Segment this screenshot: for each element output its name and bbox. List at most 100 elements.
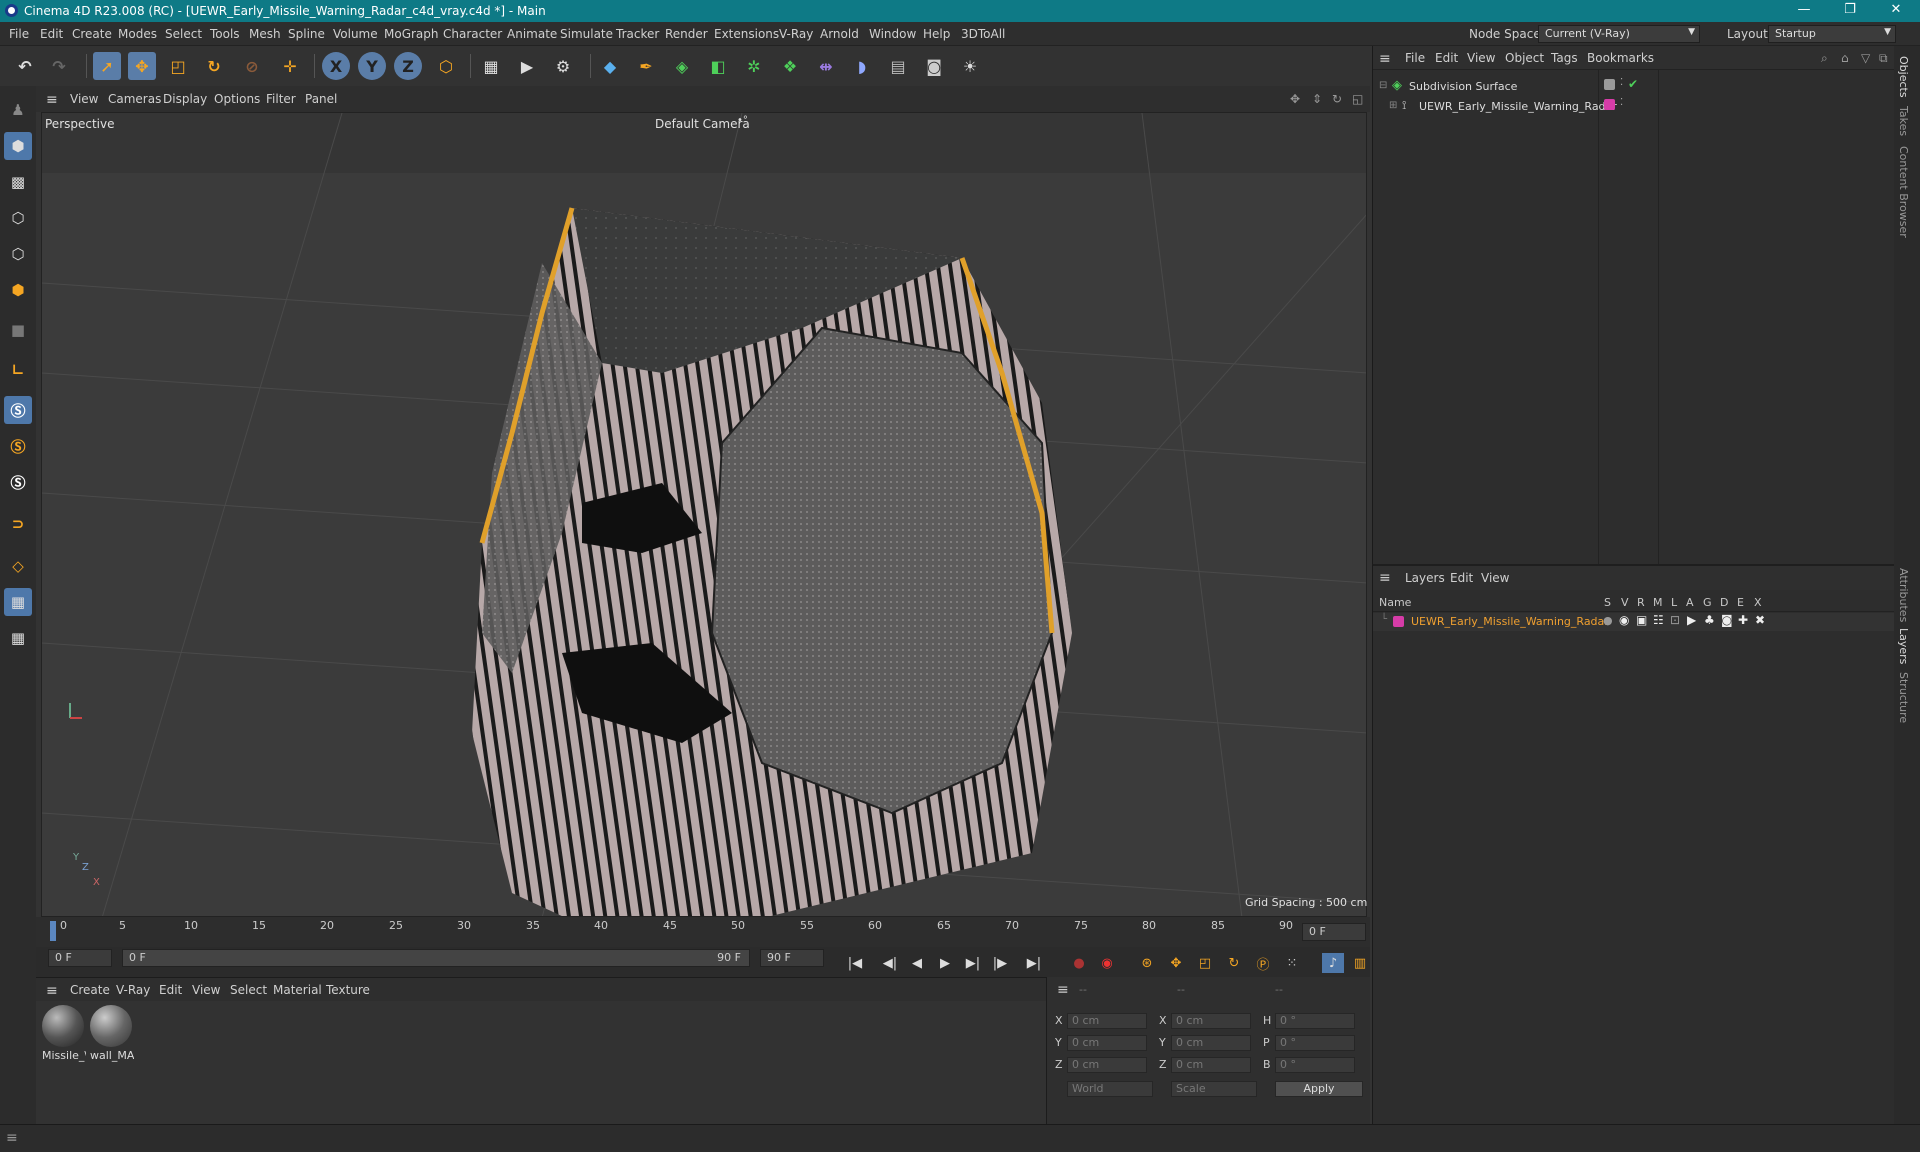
layer-menu-layers[interactable]: Layers	[1405, 571, 1445, 585]
render-view-icon[interactable]: ▶	[513, 52, 541, 80]
apply-button[interactable]: Apply	[1275, 1081, 1363, 1097]
layout-select[interactable]: Startup ▼	[1768, 25, 1896, 43]
viewport-menu-filter[interactable]: Filter	[266, 92, 296, 106]
enabled-check-icon[interactable]: ✔	[1628, 77, 1638, 91]
tree-toggle-icon[interactable]: ⊟	[1379, 80, 1387, 91]
key-pla-icon[interactable]: ⁙	[1281, 953, 1303, 973]
floor-icon[interactable]: ▤	[884, 52, 912, 80]
snap-mode-icon[interactable]: Ⓢ	[4, 468, 32, 496]
maximize-view-icon[interactable]: ◱	[1352, 92, 1363, 106]
layer-col-g[interactable]: G	[1703, 596, 1712, 609]
menu-modes[interactable]: Modes	[118, 27, 157, 41]
tree-toggle-icon[interactable]: ⊞	[1389, 100, 1397, 111]
material-menu-texture[interactable]: Texture	[326, 983, 370, 997]
layer-row[interactable]: └ UEWR_Early_Missile_Warning_Radar ● ◉ ▣…	[1373, 613, 1895, 631]
z-axis-icon[interactable]: Z	[394, 52, 422, 80]
render-region-icon[interactable]: ▦	[477, 52, 505, 80]
coord-transform-select[interactable]: Scale	[1171, 1081, 1257, 1097]
menu-tracker[interactable]: Tracker	[616, 27, 659, 41]
position-x-field[interactable]: 0 cm	[1067, 1013, 1147, 1029]
menu-select[interactable]: Select	[165, 27, 202, 41]
make-editable-icon[interactable]: ♟	[4, 96, 32, 124]
animation-icon[interactable]: ▶	[1687, 613, 1696, 627]
frame-range-slider[interactable]: 0 F 90 F	[122, 949, 750, 967]
hamburger-icon[interactable]: ≡	[1379, 570, 1391, 586]
filter-icon[interactable]: ▽	[1861, 51, 1870, 65]
key-rotation-icon[interactable]: ↻	[1223, 953, 1245, 973]
minimize-button[interactable]: —	[1784, 0, 1824, 22]
current-frame-field[interactable]: 0 F	[1302, 923, 1366, 941]
extrude-icon[interactable]: ◧	[704, 52, 732, 80]
edit-check-icon[interactable]	[1604, 79, 1615, 90]
tab-objects[interactable]: Objects	[1897, 56, 1910, 98]
timeline-ruler[interactable]: 0 5 10 15 20 25 30 35 40 45 50 55 60 65 …	[36, 917, 1370, 947]
size-x-field[interactable]: 0 cm	[1171, 1013, 1251, 1029]
undo-icon[interactable]: ↶	[11, 52, 39, 80]
position-y-field[interactable]: 0 cm	[1067, 1035, 1147, 1051]
playhead[interactable]	[50, 921, 56, 941]
size-z-field[interactable]: 0 cm	[1171, 1057, 1251, 1073]
tab-content-browser[interactable]: Content Browser	[1897, 146, 1910, 238]
mograph-icon[interactable]: ✲	[740, 52, 768, 80]
magnet-icon[interactable]: ⊃	[4, 510, 32, 538]
render-settings-icon[interactable]: ⚙	[549, 52, 577, 80]
object-menu-bookmarks[interactable]: Bookmarks	[1587, 51, 1654, 65]
layer-col-a[interactable]: A	[1686, 596, 1694, 609]
deformers-icon[interactable]: ◙	[1721, 613, 1733, 627]
layer-name[interactable]: UEWR_Early_Missile_Warning_Radar	[1411, 615, 1609, 628]
start-frame-field[interactable]: 0 F	[48, 949, 112, 967]
menu-file[interactable]: File	[9, 27, 29, 41]
viewport-menu-cameras[interactable]: Cameras	[108, 92, 161, 106]
layer-col-v[interactable]: V	[1621, 596, 1629, 609]
locked-workplane-icon[interactable]: ▦	[4, 624, 32, 652]
zoom-view-icon[interactable]: ⇕	[1312, 92, 1322, 106]
rotate-icon[interactable]: ↻	[200, 52, 228, 80]
close-button[interactable]: ✕	[1876, 0, 1916, 22]
object-row[interactable]: ⊞ ⟟ UEWR_Early_Missile_Warning_Radar ⁚	[1373, 97, 1895, 118]
snap-icon[interactable]: Ⓢ	[4, 396, 32, 424]
polygons-mode-icon[interactable]: ⬢	[4, 276, 32, 304]
object-menu-file[interactable]: File	[1405, 51, 1425, 65]
autokey-icon[interactable]: ◉	[1096, 953, 1118, 973]
material-swatch[interactable]: Missile_\	[42, 1005, 86, 1065]
light-icon[interactable]: ☀	[956, 52, 984, 80]
viewport-camera-label[interactable]: Default Camera	[655, 117, 750, 131]
camera-icon[interactable]: ◙	[920, 52, 948, 80]
tab-layers[interactable]: Layers	[1897, 628, 1910, 664]
select-icon[interactable]: ➚	[93, 52, 121, 80]
y-axis-icon[interactable]: Y	[358, 52, 386, 80]
field-icon[interactable]: ◗	[848, 52, 876, 80]
layer-menu-edit[interactable]: Edit	[1450, 571, 1473, 585]
go-to-end-button[interactable]: ▶|	[1023, 953, 1045, 973]
deformer-icon[interactable]: ⇹	[812, 52, 840, 80]
object-menu-edit[interactable]: Edit	[1435, 51, 1458, 65]
array-icon[interactable]: ❖	[776, 52, 804, 80]
key-position-icon[interactable]: ✥	[1165, 953, 1187, 973]
pan-view-icon[interactable]: ✥	[1290, 92, 1300, 106]
expressions-icon[interactable]: ✚	[1738, 613, 1748, 627]
menu-extensions[interactable]: Extensions	[714, 27, 779, 41]
material-menu-edit[interactable]: Edit	[159, 983, 182, 997]
points-mode-icon[interactable]: ⬡	[4, 204, 32, 232]
layer-col-r[interactable]: R	[1637, 596, 1645, 609]
prev-frame-button[interactable]: ◀	[906, 953, 928, 973]
position-z-field[interactable]: 0 cm	[1067, 1057, 1147, 1073]
menu-tools[interactable]: Tools	[210, 27, 240, 41]
x-axis-icon[interactable]: X	[322, 52, 350, 80]
layer-menu-view[interactable]: View	[1481, 571, 1509, 585]
object-name[interactable]: Subdivision Surface	[1409, 80, 1517, 93]
hamburger-icon[interactable]: ≡	[6, 1130, 18, 1146]
key-param-icon[interactable]: Ⓟ	[1252, 953, 1274, 973]
menu-volume[interactable]: Volume	[333, 27, 378, 41]
next-key-button[interactable]: |▶	[989, 953, 1011, 973]
generators-icon[interactable]: ♣	[1704, 613, 1715, 627]
layer-color-swatch[interactable]	[1604, 99, 1615, 110]
menu-create[interactable]: Create	[72, 27, 112, 41]
maximize-button[interactable]: ❐	[1830, 0, 1870, 22]
go-to-start-button[interactable]: |◀	[844, 953, 866, 973]
viewport-menu-panel[interactable]: Panel	[305, 92, 337, 106]
tab-takes[interactable]: Takes	[1897, 106, 1910, 136]
grid-icon[interactable]: ▦	[4, 588, 32, 616]
model-mode-icon[interactable]: ⬢	[4, 132, 32, 160]
viewport-menu-view[interactable]: View	[70, 92, 98, 106]
